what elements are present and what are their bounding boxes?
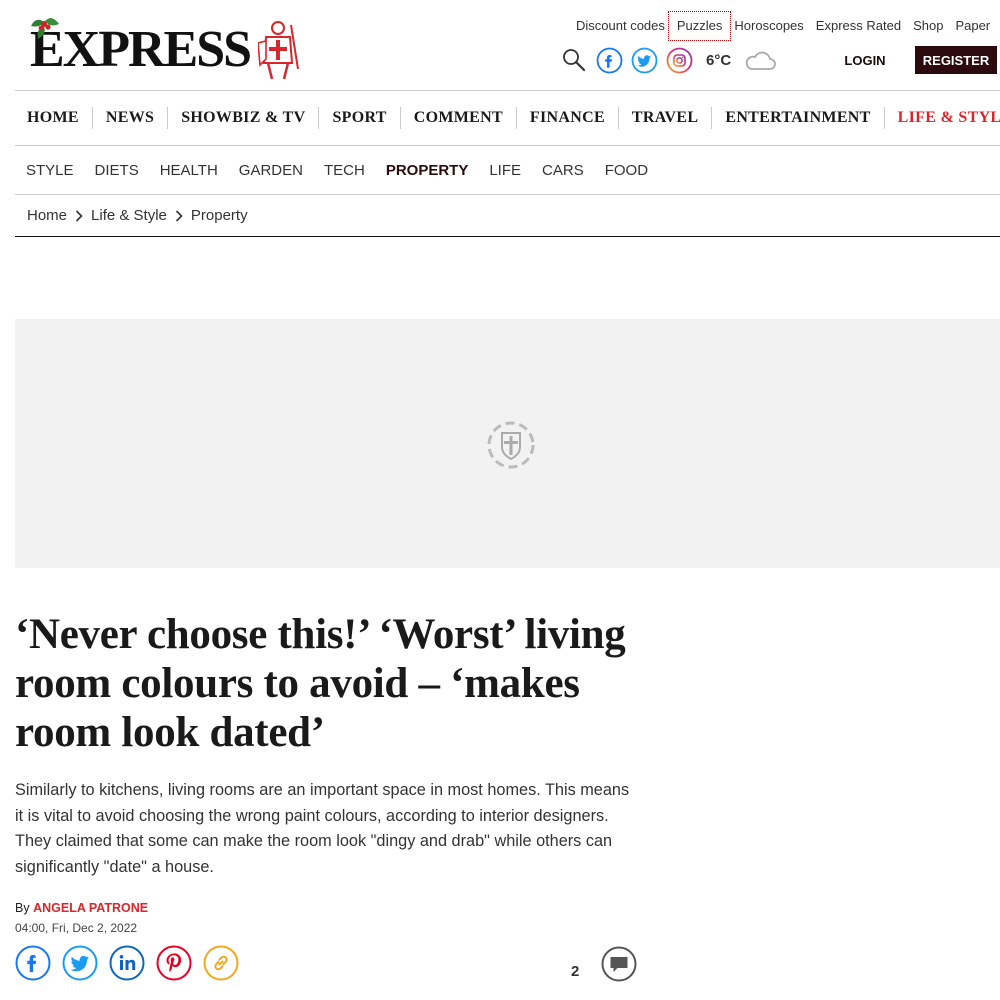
nav-comment[interactable]: COMMENT [401, 107, 517, 129]
express-logo[interactable]: EXPRESS [30, 18, 302, 82]
subnav-style[interactable]: STYLE [15, 162, 84, 179]
nav-travel[interactable]: TRAVEL [619, 107, 713, 129]
top-links: Discount codes Puzzles Horoscopes Expres… [570, 11, 996, 41]
breadcrumb-home[interactable]: Home [27, 207, 67, 224]
comments-count[interactable]: 2 [571, 963, 579, 980]
article-date: 04:00, Fri, Dec 2, 2022 [15, 921, 138, 935]
facebook-icon[interactable] [595, 46, 623, 74]
breadcrumb-property[interactable]: Property [191, 207, 248, 224]
pinterest-share-icon[interactable] [156, 945, 192, 981]
breadcrumb: Home Life & Style Property [15, 195, 1000, 237]
nav-sport[interactable]: SPORT [319, 107, 401, 129]
subnav-cars[interactable]: CARS [532, 162, 595, 179]
subnav-food[interactable]: FOOD [594, 162, 658, 179]
nav-showbiz-tv[interactable]: SHOWBIZ & TV [168, 107, 320, 129]
twitter-icon[interactable] [630, 46, 658, 74]
toplink-puzzles[interactable]: Puzzles [667, 11, 732, 41]
toplink-discount-codes[interactable]: Discount codes [570, 14, 671, 38]
subnav-life[interactable]: LIFE [479, 162, 532, 179]
toplink-paper[interactable]: Paper [949, 14, 996, 38]
login-button[interactable]: LOGIN [832, 46, 898, 74]
nav-life-style[interactable]: LIFE & STYLE [885, 107, 1000, 129]
sub-nav: STYLE DIETS HEALTH GARDEN TECH PROPERTY … [15, 146, 1000, 195]
subnav-tech[interactable]: TECH [313, 162, 375, 179]
instagram-icon[interactable] [665, 46, 693, 74]
cloud-icon [743, 46, 777, 74]
facebook-share-icon[interactable] [15, 945, 51, 981]
breadcrumb-life-style[interactable]: Life & Style [91, 207, 167, 224]
nav-entertainment[interactable]: ENTERTAINMENT [712, 107, 885, 129]
main-nav: HOME NEWS SHOWBIZ & TV SPORT COMMENT FIN… [15, 90, 1000, 146]
nav-home[interactable]: HOME [15, 107, 93, 129]
chevron-right-icon [75, 209, 83, 222]
copy-link-icon[interactable] [203, 945, 239, 981]
weather-temperature: 6°C [706, 51, 732, 69]
crusader-shield-icon [487, 421, 535, 469]
twitter-share-icon[interactable] [62, 945, 98, 981]
toplink-horoscopes[interactable]: Horoscopes [728, 14, 809, 38]
comment-bubble-icon[interactable] [601, 946, 637, 982]
register-button[interactable]: REGISTER [915, 46, 997, 74]
holly-icon [31, 18, 59, 39]
article-standfirst: Similarly to kitchens, living rooms are … [15, 781, 630, 876]
article-headline: ‘Never choose this!’ ‘Worst’ living room… [15, 611, 626, 756]
toplink-express-rated[interactable]: Express Rated [810, 14, 907, 38]
crusader-icon [258, 21, 300, 80]
nav-finance[interactable]: FINANCE [517, 107, 619, 129]
logo-wordmark: EXPRESS [30, 21, 252, 78]
subnav-property[interactable]: PROPERTY [375, 162, 479, 179]
site-header: EXPRESS Discount codes Puzzles Horoscope… [0, 0, 1000, 90]
byline-prefix: By [15, 901, 30, 915]
subnav-health[interactable]: HEALTH [149, 162, 228, 179]
linkedin-share-icon[interactable] [109, 945, 145, 981]
header-tools: 6°C [560, 44, 784, 76]
author-link[interactable]: ANGELA PATRONE [33, 901, 148, 915]
subnav-garden[interactable]: GARDEN [228, 162, 313, 179]
ad-placeholder [15, 319, 1000, 568]
nav-news[interactable]: NEWS [93, 107, 169, 129]
share-bar [15, 945, 239, 981]
subnav-diets[interactable]: DIETS [84, 162, 149, 179]
search-icon[interactable] [560, 46, 588, 74]
article-byline: By ANGELA PATRONE [15, 901, 148, 915]
toplink-shop[interactable]: Shop [907, 14, 949, 38]
chevron-right-icon [175, 209, 183, 222]
